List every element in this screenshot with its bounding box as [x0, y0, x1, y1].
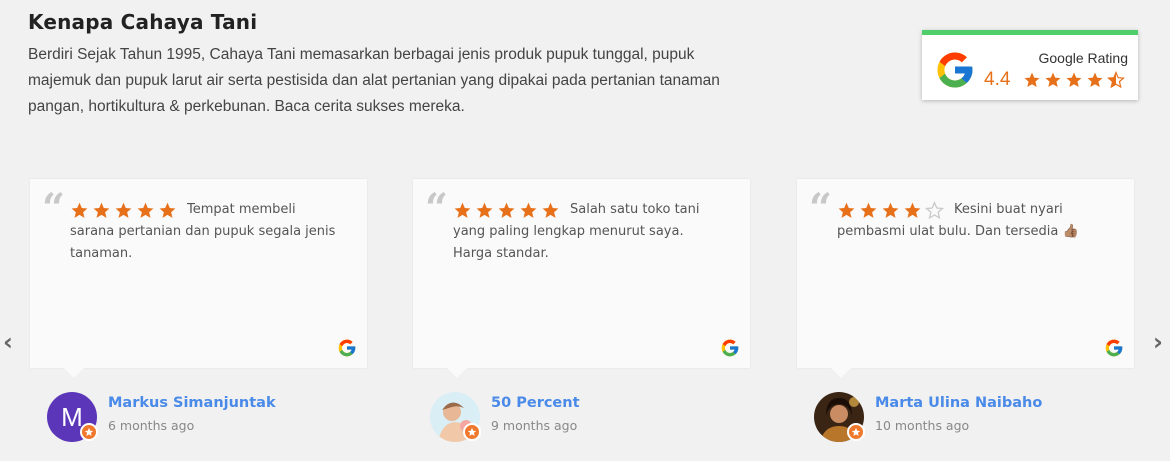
review-stars — [837, 201, 944, 220]
carousel-next-button[interactable]: › — [1153, 328, 1163, 356]
review-stars — [453, 201, 560, 220]
star-icon — [115, 202, 132, 218]
local-guide-badge-icon — [847, 423, 865, 441]
quote-icon: “ — [425, 185, 449, 232]
star-icon — [93, 202, 110, 218]
star-icon — [498, 202, 515, 218]
author-name[interactable]: Marta Ulina Naibaho — [875, 395, 1042, 411]
quote-icon: “ — [42, 185, 66, 232]
star-icon — [476, 202, 493, 218]
star-icon — [1045, 72, 1061, 87]
star-icon — [838, 202, 855, 218]
star-icon — [454, 202, 471, 218]
review-card[interactable]: “ Tempat membeli sarana pertanian dan pu… — [30, 179, 367, 378]
review-card[interactable]: “ Kesini buat nyari pembasmi ulat bulu. … — [797, 179, 1134, 378]
star-icon — [520, 202, 537, 218]
star-icon — [1066, 72, 1082, 87]
google-rating-score: 4.4 — [984, 69, 1011, 90]
google-rating-stars — [1023, 71, 1125, 89]
google-g-icon — [937, 52, 973, 88]
page-description: Berdiri Sejak Tahun 1995, Cahaya Tani me… — [28, 46, 720, 115]
google-g-icon — [338, 339, 356, 357]
carousel-prev-button[interactable]: ‹ — [3, 328, 13, 356]
star-icon — [882, 202, 899, 218]
star-icon — [71, 202, 88, 218]
star-icon — [860, 202, 877, 218]
review-time: 6 months ago — [108, 418, 195, 433]
star-icon — [159, 202, 176, 218]
local-guide-badge-icon — [463, 423, 481, 441]
star-icon — [904, 202, 921, 218]
google-rating-card[interactable]: Google Rating 4.4 — [922, 30, 1138, 100]
star-half-icon — [1107, 71, 1125, 89]
google-g-icon — [721, 339, 739, 357]
star-icon — [542, 202, 559, 218]
star-icon — [137, 202, 154, 218]
page-title: Kenapa Cahaya Tani — [28, 10, 258, 34]
star-icon — [1087, 72, 1103, 87]
review-time: 10 months ago — [875, 418, 970, 433]
google-g-icon — [1105, 339, 1123, 357]
review-card[interactable]: “ Salah satu toko tani yang paling lengk… — [413, 179, 750, 378]
quote-icon: “ — [809, 185, 833, 232]
author-name[interactable]: Markus Simanjuntak — [108, 395, 276, 411]
local-guide-badge-icon — [80, 423, 98, 441]
author-name[interactable]: 50 Percent — [491, 395, 580, 411]
review-time: 9 months ago — [491, 418, 578, 433]
google-rating-label: Google Rating — [1038, 50, 1128, 66]
star-icon — [1024, 72, 1040, 87]
review-stars — [70, 201, 177, 220]
star-empty-icon — [925, 201, 944, 220]
